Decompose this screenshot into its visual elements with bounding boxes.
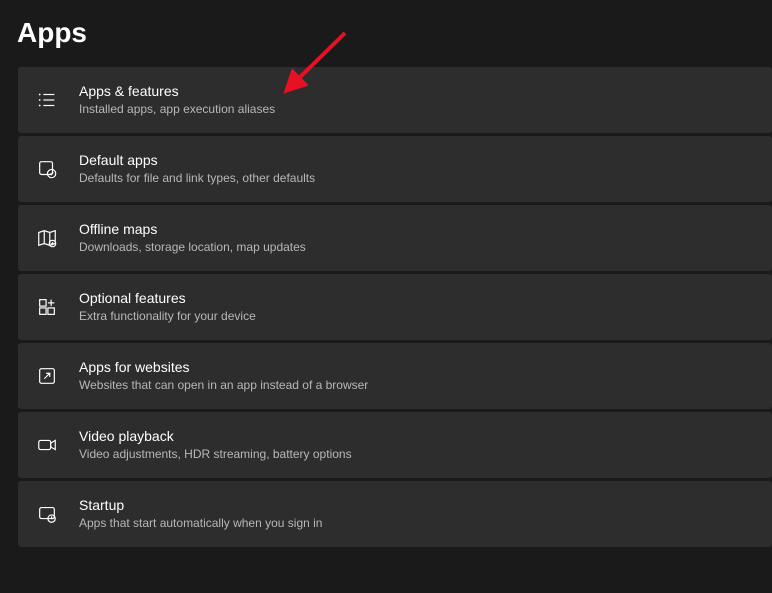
settings-item-default-apps[interactable]: Default apps Defaults for file and link … (18, 136, 772, 202)
settings-item-apps-features[interactable]: Apps & features Installed apps, app exec… (18, 67, 772, 133)
item-title: Startup (79, 496, 322, 514)
default-apps-icon (36, 158, 58, 180)
item-subtitle: Extra functionality for your device (79, 308, 256, 325)
settings-item-optional-features[interactable]: Optional features Extra functionality fo… (18, 274, 772, 340)
item-title: Default apps (79, 151, 315, 169)
settings-item-offline-maps[interactable]: Offline maps Downloads, storage location… (18, 205, 772, 271)
item-text: Video playback Video adjustments, HDR st… (79, 427, 352, 463)
item-text: Apps for websites Websites that can open… (79, 358, 368, 394)
apps-websites-icon (36, 365, 58, 387)
settings-item-video-playback[interactable]: Video playback Video adjustments, HDR st… (18, 412, 772, 478)
item-text: Optional features Extra functionality fo… (79, 289, 256, 325)
item-title: Apps for websites (79, 358, 368, 376)
settings-item-startup[interactable]: Startup Apps that start automatically wh… (18, 481, 772, 547)
item-title: Optional features (79, 289, 256, 307)
item-subtitle: Websites that can open in an app instead… (79, 377, 368, 394)
settings-list: Apps & features Installed apps, app exec… (0, 67, 772, 547)
settings-item-apps-websites[interactable]: Apps for websites Websites that can open… (18, 343, 772, 409)
item-subtitle: Apps that start automatically when you s… (79, 515, 322, 532)
item-text: Default apps Defaults for file and link … (79, 151, 315, 187)
item-text: Apps & features Installed apps, app exec… (79, 82, 275, 118)
item-title: Offline maps (79, 220, 306, 238)
video-playback-icon (36, 434, 58, 456)
offline-maps-icon (36, 227, 58, 249)
item-title: Apps & features (79, 82, 275, 100)
item-subtitle: Downloads, storage location, map updates (79, 239, 306, 256)
item-subtitle: Installed apps, app execution aliases (79, 101, 275, 118)
item-subtitle: Defaults for file and link types, other … (79, 170, 315, 187)
optional-features-icon (36, 296, 58, 318)
item-title: Video playback (79, 427, 352, 445)
apps-features-icon (36, 89, 58, 111)
startup-icon (36, 503, 58, 525)
item-text: Startup Apps that start automatically wh… (79, 496, 322, 532)
item-text: Offline maps Downloads, storage location… (79, 220, 306, 256)
page-title: Apps (0, 0, 772, 67)
item-subtitle: Video adjustments, HDR streaming, batter… (79, 446, 352, 463)
